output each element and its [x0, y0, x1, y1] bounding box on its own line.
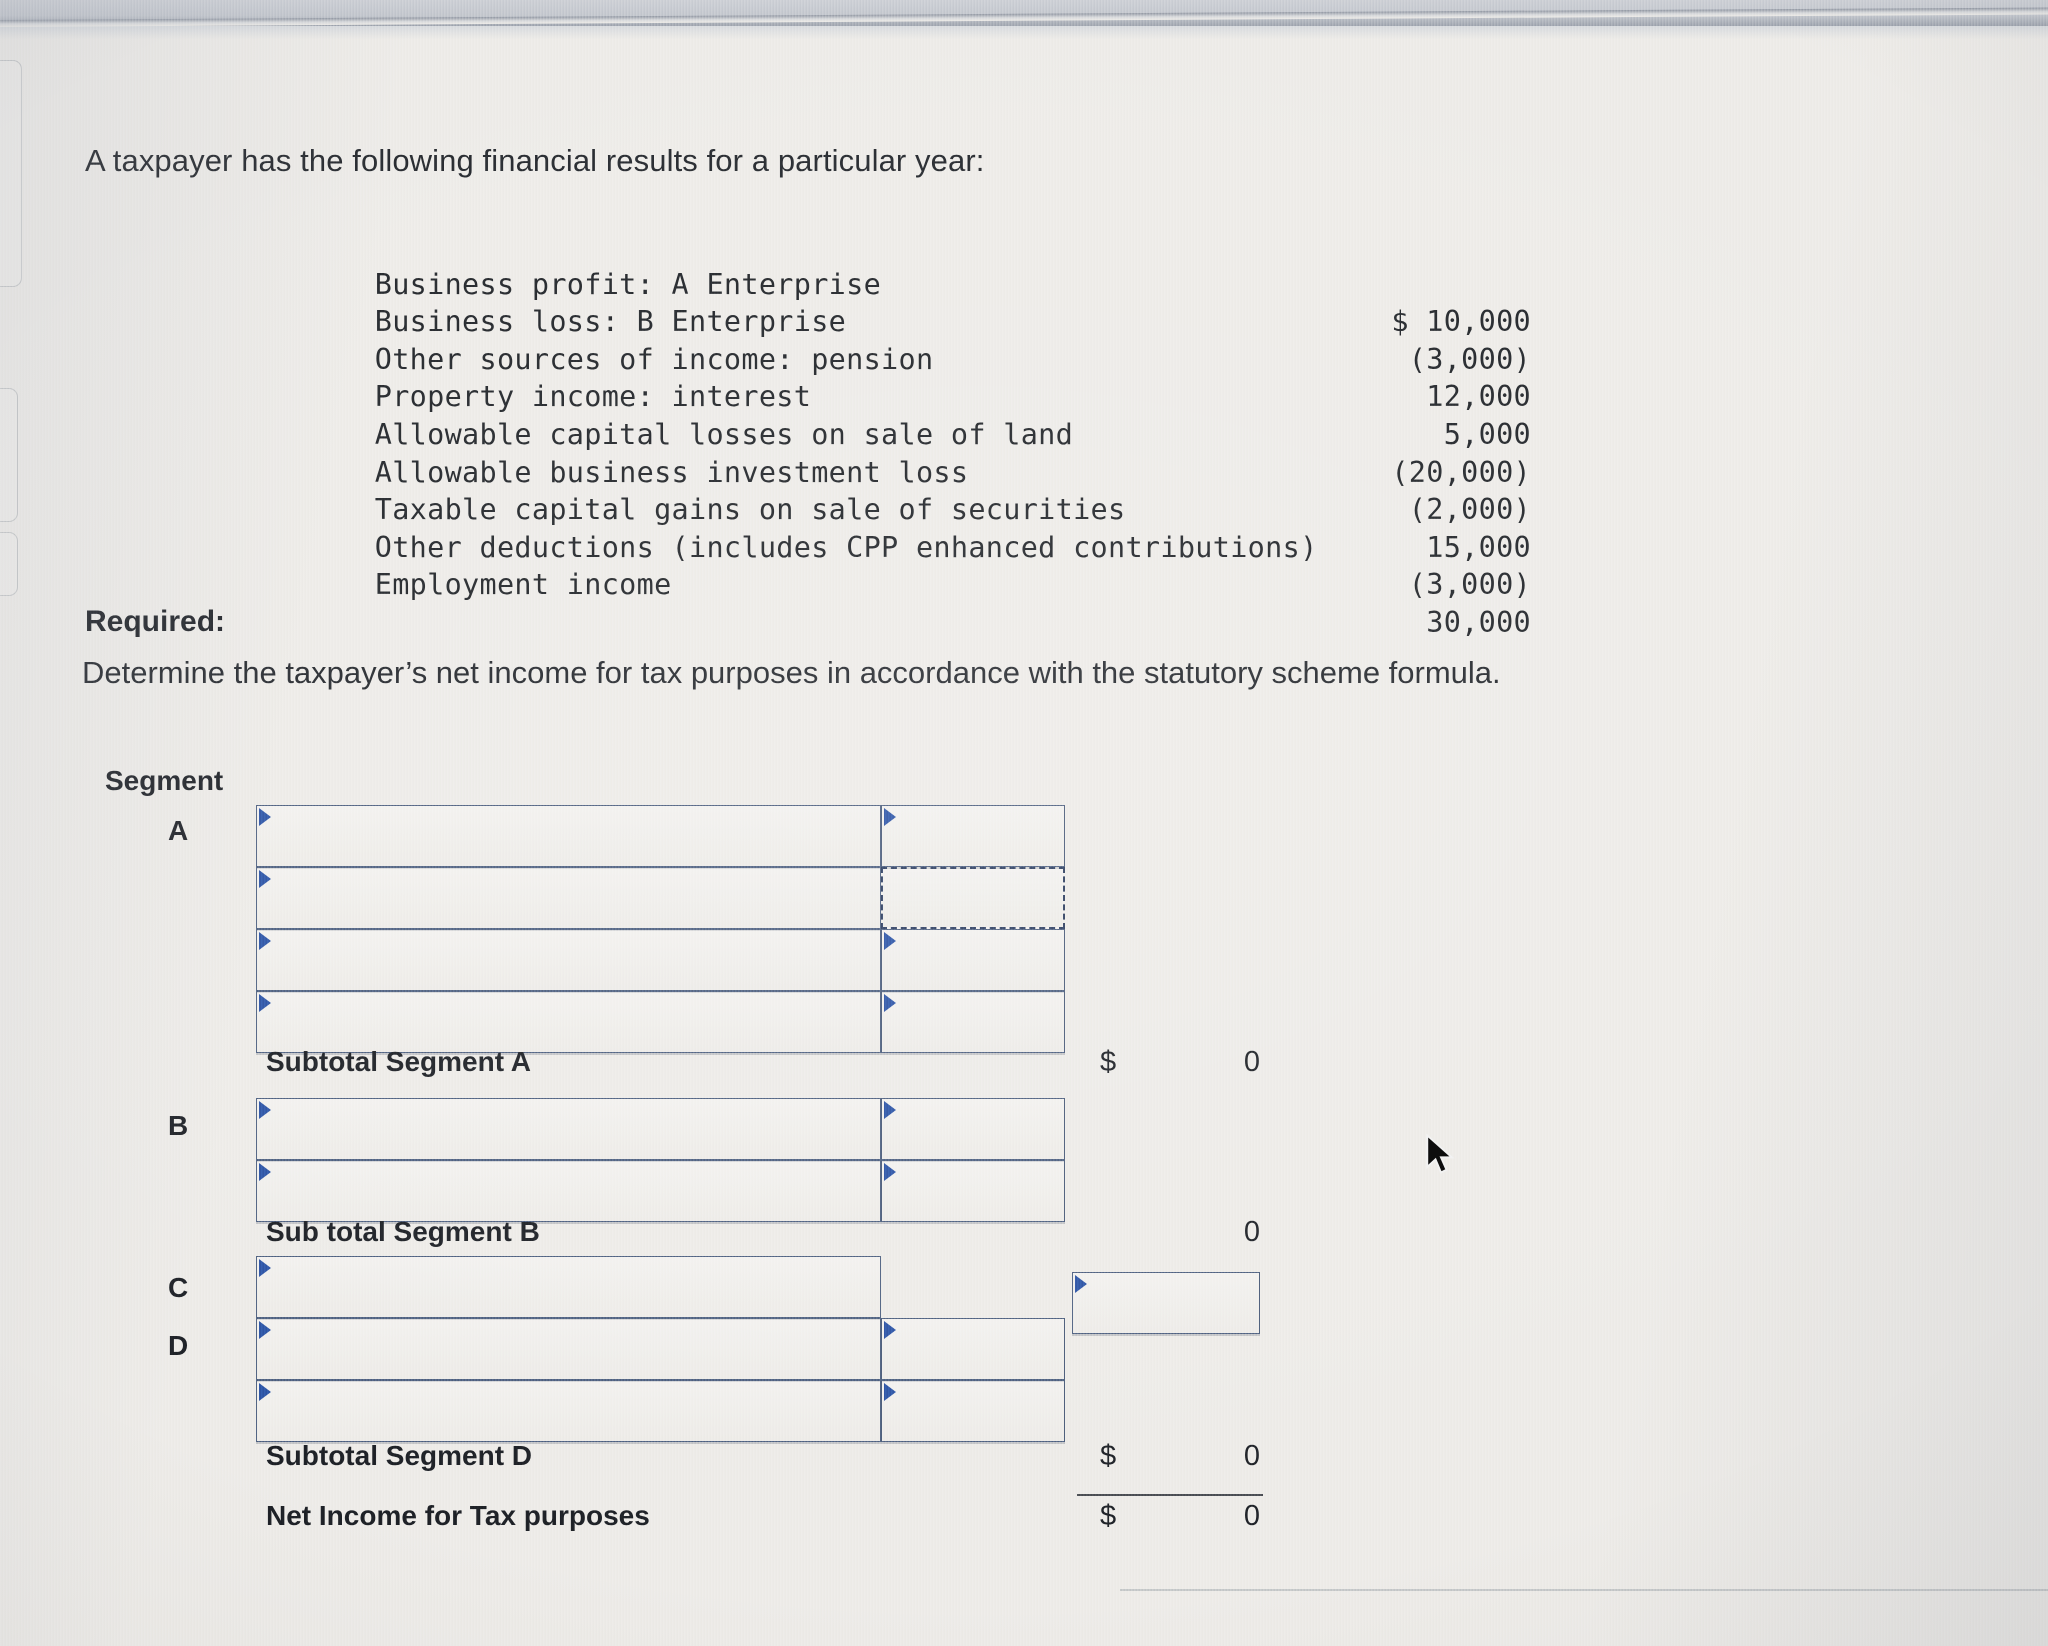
segment-column-header: Segment	[105, 765, 224, 796]
segment-d-row1-description-input[interactable]	[256, 1318, 881, 1380]
segment-a-row4-amount-input[interactable]	[881, 991, 1065, 1053]
segment-d-row2-amount-input[interactable]	[881, 1380, 1065, 1442]
dropdown-triangle-icon	[258, 1163, 271, 1181]
segment-a-row3-description-input[interactable]	[256, 929, 881, 991]
dropdown-triangle-icon	[883, 1101, 896, 1119]
net-income-value: 0	[1243, 1500, 1260, 1532]
segment-letter-d: D	[168, 1330, 189, 1361]
dropdown-triangle-icon	[258, 994, 271, 1012]
dropdown-triangle-icon	[883, 1383, 896, 1401]
segment-a-row1-description-input[interactable]	[256, 805, 881, 867]
segment-letter-b: B	[168, 1110, 189, 1141]
segment-letter-c: C	[168, 1272, 189, 1303]
dropdown-triangle-icon	[258, 932, 271, 950]
segment-d-row2-description-input[interactable]	[256, 1380, 881, 1442]
dropdown-triangle-icon	[883, 994, 896, 1012]
segment-d-row1-amount-input[interactable]	[881, 1318, 1065, 1380]
segment-a-row2-amount-input[interactable]	[881, 867, 1065, 929]
totals-divider	[1077, 1494, 1263, 1496]
dropdown-triangle-icon	[258, 870, 271, 888]
dropdown-triangle-icon	[258, 1321, 271, 1339]
dropdown-triangle-icon	[1074, 1275, 1087, 1293]
screen-photo: A taxpayer has the following financial r…	[0, 0, 2048, 1646]
segment-a-row1-amount-input[interactable]	[881, 805, 1065, 867]
dropdown-triangle-icon	[883, 932, 896, 950]
segment-b-row1-description-input[interactable]	[256, 1098, 881, 1160]
dropdown-triangle-icon	[258, 1383, 271, 1401]
segment-a-row4-description-input[interactable]	[256, 991, 881, 1053]
subtotal-segment-d-value: 0	[1243, 1440, 1260, 1472]
nav-divider	[1120, 1589, 2048, 1591]
segment-letter-a: A	[168, 815, 189, 846]
net-income-label: Net Income for Tax purposes	[266, 1500, 650, 1531]
segment-c-row1-description-input[interactable]	[256, 1256, 881, 1318]
subtotal-segment-d-currency: $	[1100, 1440, 1117, 1472]
segment-b-row1-amount-input[interactable]	[881, 1098, 1065, 1160]
dropdown-triangle-icon	[258, 1259, 271, 1277]
subtotal-segment-a-currency: $	[1100, 1046, 1117, 1078]
answer-worksheet: Segment A Subtotal Segment A $ 0 B Sub t…	[0, 0, 2048, 1646]
subtotal-segment-a-value: 0	[1243, 1046, 1260, 1078]
segment-b-row2-amount-input[interactable]	[881, 1160, 1065, 1222]
subtotal-segment-b-value: 0	[1243, 1216, 1260, 1248]
dropdown-triangle-icon	[883, 808, 896, 826]
segment-b-row2-description-input[interactable]	[256, 1160, 881, 1222]
dropdown-triangle-icon	[883, 1321, 896, 1339]
mouse-cursor-icon	[1426, 1134, 1455, 1174]
net-income-currency: $	[1100, 1500, 1117, 1532]
pagination-bar: ‹ Prev 3 of 3 Next ›	[0, 1589, 2048, 1646]
subtotal-segment-a-label: Subtotal Segment A	[266, 1046, 531, 1077]
segment-a-row2-description-input[interactable]	[256, 867, 881, 929]
subtotal-segment-d-label: Subtotal Segment D	[266, 1440, 533, 1471]
segment-a-row3-amount-input[interactable]	[881, 929, 1065, 991]
dropdown-triangle-icon	[258, 808, 271, 826]
segment-c-row1-amount-input[interactable]	[1072, 1272, 1260, 1334]
dropdown-triangle-icon	[258, 1101, 271, 1119]
dropdown-triangle-icon	[883, 1163, 896, 1181]
subtotal-segment-b-label: Sub total Segment B	[266, 1216, 540, 1247]
